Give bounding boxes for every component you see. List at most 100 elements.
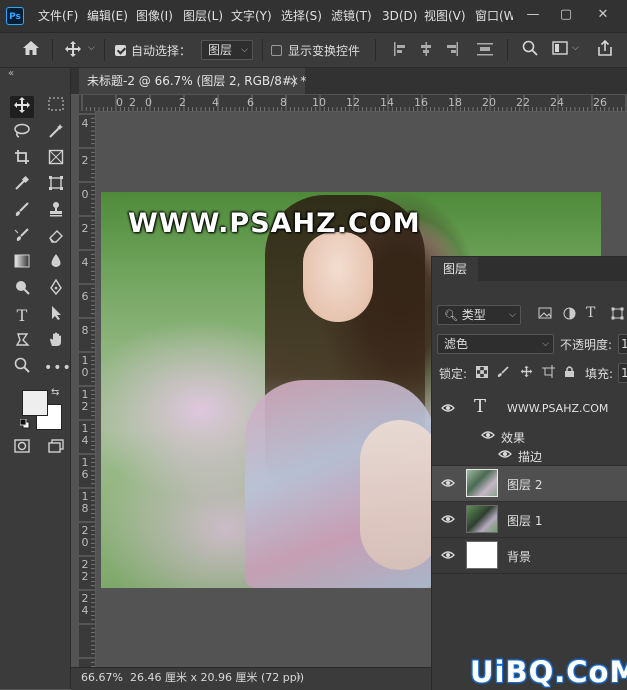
home-icon[interactable] [20,40,42,60]
layer-row-text[interactable]: T WWW.PSAHZ.COM [432,390,627,427]
menu-filter[interactable]: 滤镜(T) [331,7,372,25]
lock-all-icon[interactable] [564,365,576,379]
layer-name[interactable]: 背景 [507,548,531,565]
lock-label: 锁定: [439,367,468,381]
chevron-down-icon: ⌵ [509,310,516,320]
menu-image[interactable]: 图像(I) [136,7,173,25]
align-center-icon[interactable] [418,41,434,59]
canvas-watermark-text[interactable]: WWW.PSAHZ.COM [128,208,421,239]
object-select-tool-button[interactable] [44,175,68,197]
filter-shape-layer-icon[interactable] [610,307,624,321]
swap-colors-icon[interactable]: ⇆ [51,387,59,398]
menu-window[interactable]: 窗口(W [475,7,513,25]
menu-file[interactable]: 文件(F) [38,7,78,25]
workspace-chevron-down-icon[interactable]: ⌵ [572,43,579,53]
layer-row-selected[interactable]: 图层 2 [432,466,627,502]
menu-select[interactable]: 选择(S) [281,7,322,25]
zoom-tool-button[interactable] [10,357,34,379]
ruler-label: 2 [81,222,89,235]
menu-layer[interactable]: 图层(L) [183,7,223,25]
layer-row[interactable]: 图层 1 [432,502,627,538]
workspace-icon[interactable] [551,41,569,59]
more-tools-icon[interactable]: ••• [44,357,71,379]
filter-type-layer-icon[interactable]: T [586,305,595,321]
filter-pixel-layer-icon[interactable] [538,307,552,321]
pen-tool-button[interactable] [44,278,68,301]
menu-3d[interactable]: 3D(D) [382,7,417,25]
lasso-tool-button[interactable] [10,123,34,145]
ruler-label: 16 [414,96,428,109]
path-selection-tool-button[interactable] [44,305,68,327]
move-tool-button[interactable] [10,96,34,118]
layer-effect-stroke-row[interactable]: 描边 [432,445,627,466]
distribute-icon[interactable] [476,41,494,59]
menu-type[interactable]: 文字(Y) [231,7,272,25]
zoom-level[interactable]: 66.67% [81,668,123,688]
type-layer-thumbnail-icon: T [474,396,487,417]
align-right-icon[interactable] [444,41,460,59]
gradient-tool-button[interactable] [10,253,34,275]
fill-input[interactable]: 10 [618,363,627,383]
brush-tool-button[interactable] [10,201,34,223]
auto-select-target-dropdown[interactable]: 图层 ⌵ [201,40,253,60]
crop-tool-button[interactable] [10,149,34,171]
opacity-input[interactable]: 10 [618,334,627,354]
blur-tool-button[interactable] [44,253,68,275]
lock-artboard-icon[interactable] [542,365,556,379]
layer-name[interactable]: 图层 2 [507,476,542,493]
frame-tool-button[interactable] [44,149,68,171]
effects-visibility-eye-icon[interactable] [481,429,495,443]
close-window-icon[interactable]: ✕ [590,4,616,26]
history-brush-tool-button[interactable] [10,227,34,249]
collapse-panel-icon[interactable]: « [8,68,14,79]
screen-mode-icon[interactable] [44,438,68,460]
visibility-eye-icon[interactable] [441,402,455,416]
share-icon[interactable] [596,39,614,60]
quick-mask-icon[interactable] [10,438,34,460]
move-tool-icon[interactable] [62,40,84,60]
layer-name[interactable]: 图层 1 [507,512,542,529]
visibility-eye-icon[interactable] [441,477,455,491]
layer-effects-row[interactable]: 效果 [432,427,627,445]
layers-tab[interactable]: 图层 [432,257,478,281]
menu-view[interactable]: 视图(V) [424,7,466,25]
search-icon[interactable] [521,40,539,60]
filter-adjustment-layer-icon[interactable] [562,307,576,321]
marquee-tool-button[interactable] [44,96,68,118]
align-left-icon[interactable] [392,41,408,59]
blend-mode-dropdown[interactable]: 滤色 ⌵ [437,334,554,354]
site-watermark-logo: UiBQ.CoM [470,655,627,689]
default-colors-icon[interactable] [19,418,30,429]
show-transform-checkbox[interactable] [271,45,282,56]
hand-tool-button[interactable] [44,331,68,353]
ruler-label: 1 8 [81,490,89,515]
foreground-color-swatch[interactable] [22,390,48,416]
auto-select-checkbox[interactable] [115,45,126,56]
maximize-icon[interactable]: ▢ [553,4,579,26]
layers-panel-header: 图层 [432,257,627,281]
layer-name[interactable]: WWW.PSAHZ.COM [507,402,608,415]
shape-tool-button[interactable] [10,331,34,353]
type-tool-button[interactable]: T [10,305,34,327]
eraser-tool-button[interactable] [44,227,68,249]
eyedropper-tool-button[interactable] [10,175,34,197]
clone-stamp-tool-button[interactable] [44,201,68,223]
lock-position-move-icon[interactable] [520,365,534,379]
lock-pixels-brush-icon[interactable] [497,366,509,378]
layer-row-background[interactable]: 背景 [432,538,627,574]
close-tab-icon[interactable]: × [289,68,299,94]
visibility-eye-icon[interactable] [441,549,455,563]
minimize-icon[interactable]: — [520,4,546,26]
photo-subject-arm [360,420,440,570]
status-menu-arrow-icon[interactable]: 〉 [296,668,307,688]
stroke-visibility-eye-icon[interactable] [498,448,512,462]
lock-transparency-icon[interactable] [476,366,488,378]
tool-preset-chevron-down-icon[interactable]: ⌵ [88,43,95,53]
magic-wand-tool-button[interactable] [44,123,68,145]
document-tab[interactable]: 未标题-2 @ 66.7% (图层 2, RGB/8#) * × [79,68,306,94]
dodge-tool-button[interactable] [10,279,34,301]
menu-edit[interactable]: 编辑(E) [87,7,128,25]
visibility-eye-icon[interactable] [441,513,455,527]
ruler-label: 1 4 [81,422,89,447]
layer-filter-dropdown[interactable]: 🔍︎ 类型 ⌵ [437,305,521,325]
